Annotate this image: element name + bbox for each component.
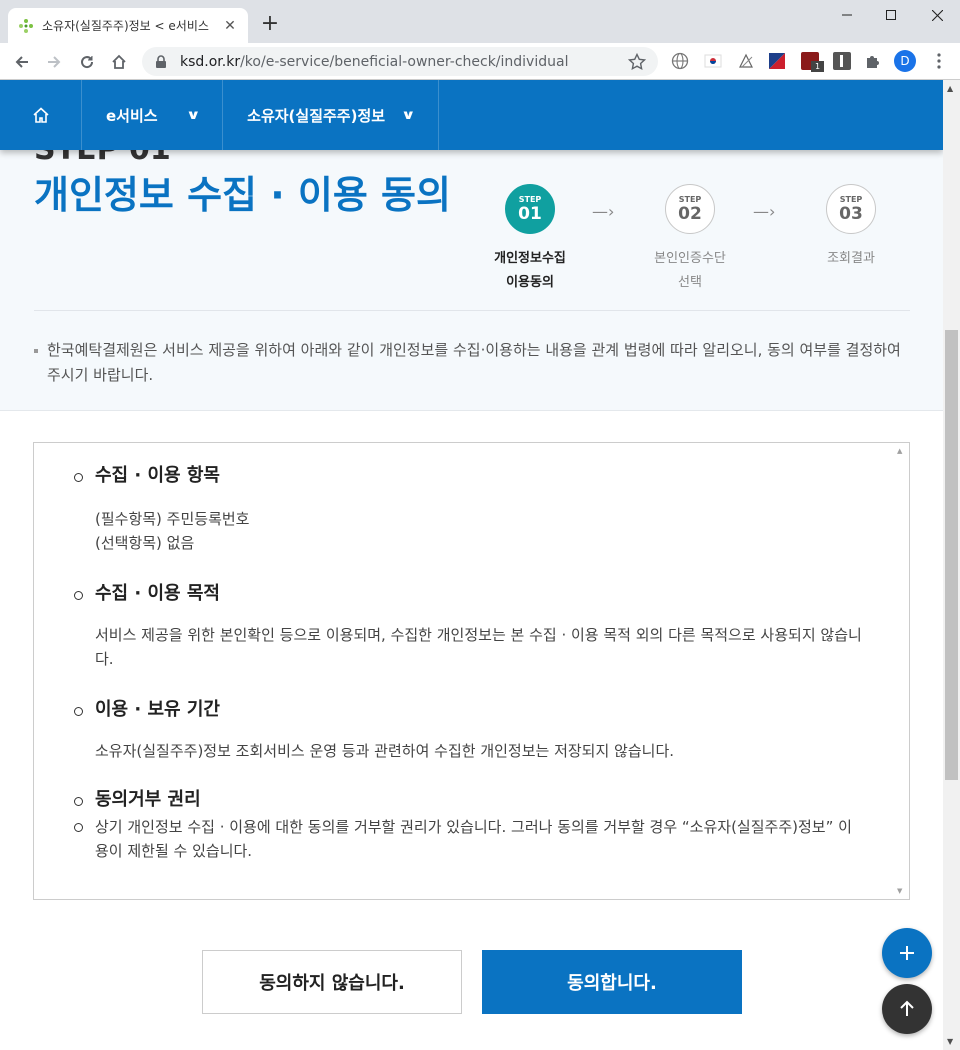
page-viewport: STEP 01 개인정보 수집 · 이용 동의 STEP01 개인정보수집이용동… (0, 80, 943, 1050)
home-button[interactable] (0, 80, 82, 150)
close-window-icon[interactable] (914, 4, 960, 26)
chevron-down-icon: ∨ (185, 107, 201, 123)
forward-arrow-icon[interactable] (41, 49, 67, 75)
terms-content: 수집 · 이용 항목 (필수항목) 주민등록번호 (선택항목) 없음 수집 · … (74, 463, 864, 863)
korea-flag-extension-icon[interactable] (704, 52, 722, 70)
terms-heading: 이용 · 보유 기간 (74, 697, 864, 723)
step-1: STEP 01 개인정보수집 이용동의 (480, 184, 580, 295)
step-indicator: STEP 01 개인정보수집 이용동의 —› STEP 02 본인인증수단 선택 —› … (480, 184, 900, 294)
new-tab-button[interactable]: + (258, 13, 282, 37)
address-bar[interactable]: ksd.or.kr/ko/e-service/beneficial-owner-… (142, 47, 658, 76)
url-text: ksd.or.kr/ko/e-service/beneficial-owner-… (180, 53, 569, 70)
puzzle-extensions-icon[interactable] (864, 52, 882, 70)
terms-heading: 수집 · 이용 항목 (74, 463, 864, 489)
globe-extension-icon[interactable] (671, 52, 689, 70)
plus-icon (900, 946, 914, 960)
tab-close-icon[interactable]: ✕ (222, 18, 238, 34)
page-title: 개인정보 수집 · 이용 동의 (34, 173, 451, 217)
step-3: STEP 03 조회결과 (801, 184, 901, 271)
minimize-icon[interactable] (824, 4, 870, 26)
terms-text: (필수항목) 주민등록번호 (95, 510, 250, 528)
step-arrow-icon: —› (753, 202, 776, 221)
nav-menu-eservice[interactable]: e서비스 ∨ (82, 80, 224, 150)
flag-extension-icon[interactable] (768, 52, 786, 70)
divider (34, 310, 910, 311)
home-icon (32, 107, 49, 123)
step-3-circle: STEP 03 (826, 184, 876, 234)
scrollbar-thumb[interactable] (945, 330, 958, 780)
menu-dots-icon[interactable] (930, 52, 948, 70)
terms-text: 상기 개인정보 수집 · 이용에 대한 동의를 거부할 권리가 있습니다. 그러… (74, 815, 864, 863)
lock-icon (156, 54, 166, 68)
step-2-label: 본인인증수단 선택 (654, 251, 726, 290)
bookmark-star-icon[interactable] (628, 52, 646, 71)
step-2-circle: STEP 02 (665, 184, 715, 234)
browser-tab[interactable]: 소유자(실질주주)정보 < e서비스 ✕ (8, 8, 248, 43)
triangle-extension-icon[interactable] (737, 52, 755, 70)
scroll-up-arrow-icon[interactable]: ▲ (897, 447, 902, 455)
tab-title: 소유자(실질주주)정보 < e서비스 (42, 19, 209, 33)
terms-text: 서비스 제공을 위한 본인확인 등으로 이용되며, 수집한 개인정보는 본 수집… (95, 626, 862, 668)
global-nav: e서비스 ∨ 소유자(실질주주)정보 ∨ (0, 80, 943, 150)
scroll-top-button[interactable] (882, 984, 932, 1034)
chevron-down-icon: ∨ (400, 107, 416, 123)
step-2: STEP 02 본인인증수단 선택 (640, 184, 740, 295)
reload-icon[interactable] (74, 49, 100, 75)
terms-scrollbar[interactable]: ▲ ▼ (892, 443, 909, 899)
terms-text: (선택항목) 없음 (95, 534, 195, 552)
step-arrow-icon: —› (592, 202, 615, 221)
scroll-up-arrow-icon[interactable]: ▲ (947, 84, 953, 93)
step-1-circle: STEP 01 (505, 184, 555, 234)
step-1-label: 개인정보수집 이용동의 (494, 251, 566, 290)
browser-tab-strip: 소유자(실질주주)정보 < e서비스 ✕ + (0, 0, 960, 43)
page-scrollbar[interactable]: ▲ ▼ (943, 80, 960, 1050)
disagree-button[interactable]: 동의하지 않습니다. (202, 950, 462, 1014)
browser-toolbar: ksd.or.kr/ko/e-service/beneficial-owner-… (0, 43, 960, 80)
notice-text: 한국예탁결제원은 서비스 제공을 위하여 아래와 같이 개인정보를 수집·이용하… (34, 338, 910, 388)
agree-button[interactable]: 동의합니다. (482, 950, 742, 1014)
nav-menu-owner-info[interactable]: 소유자(실질주주)정보 ∨ (223, 80, 439, 150)
terms-heading: 수집 · 이용 목적 (74, 581, 864, 607)
home-icon[interactable] (106, 49, 132, 75)
ublock-extension-icon[interactable]: 1 (801, 52, 824, 72)
profile-avatar[interactable]: D (894, 50, 916, 72)
arrow-up-icon (900, 1000, 914, 1016)
dark-extension-icon[interactable] (833, 52, 851, 70)
step-3-label: 조회결과 (827, 251, 875, 266)
scroll-down-arrow-icon[interactable]: ▼ (947, 1037, 953, 1046)
terms-text: 소유자(실질주주)정보 조회서비스 운영 등과 관련하여 수집한 개인정보는 저… (95, 742, 675, 760)
quick-menu-button[interactable] (882, 928, 932, 978)
scroll-down-arrow-icon[interactable]: ▼ (897, 887, 902, 895)
back-arrow-icon[interactable] (9, 49, 35, 75)
terms-scroll-box[interactable]: 수집 · 이용 항목 (필수항목) 주민등록번호 (선택항목) 없음 수집 · … (33, 442, 910, 900)
terms-heading: 동의거부 권리 (74, 787, 864, 813)
maximize-icon[interactable] (868, 4, 914, 26)
ksd-favicon-icon (19, 18, 33, 33)
